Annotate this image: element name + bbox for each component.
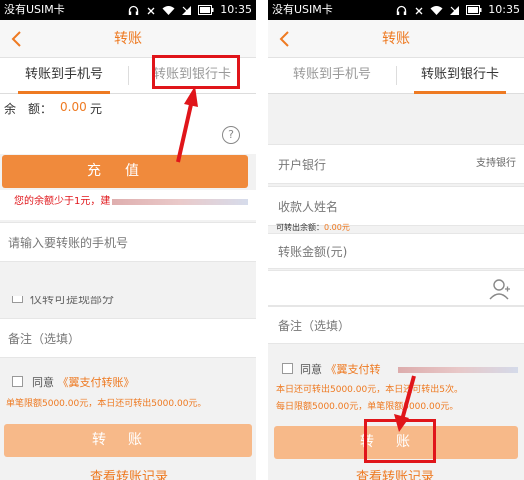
- right-screen: 没有USIM卡 10:35 转账 转账到手机号 转账到银行卡 开户银行 支持银行…: [268, 0, 524, 480]
- annotation-arrow-left: [176, 86, 198, 163]
- annotation-arrow-right: [394, 375, 416, 432]
- left-screen: 没有USIM卡 10:35 转账 转账到手机号 转账到银行卡 余 额： 0.00…: [0, 0, 256, 480]
- screenshot-gap: [256, 0, 268, 480]
